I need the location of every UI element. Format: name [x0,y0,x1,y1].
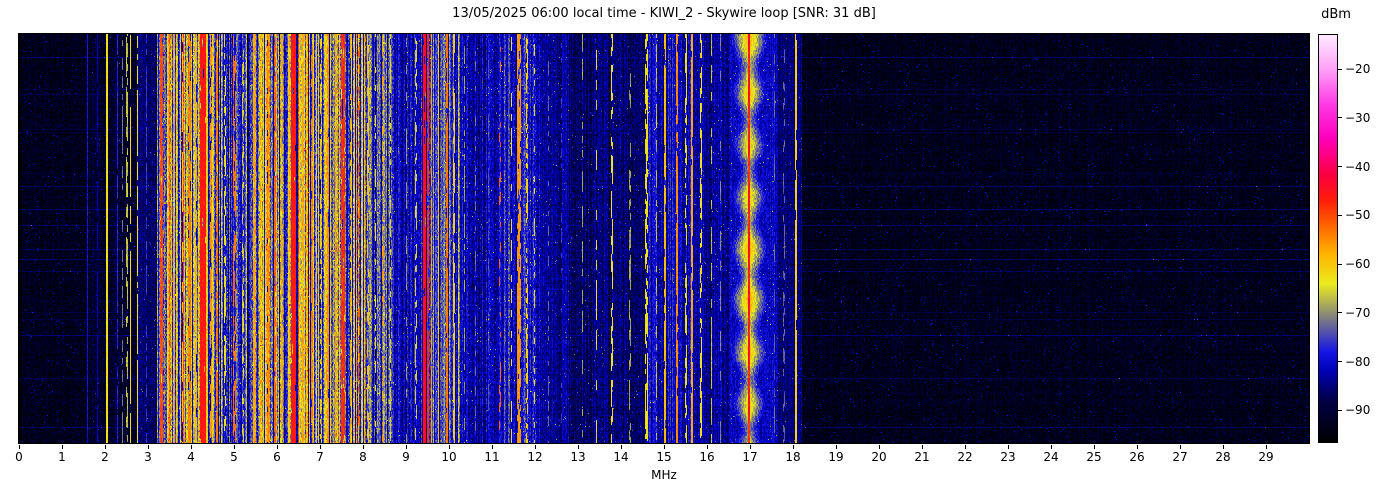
x-tick [448,445,450,449]
x-tick [276,445,278,449]
x-tick [233,445,235,449]
x-tick [104,445,106,449]
spectrogram-canvas [19,34,1309,443]
x-tick-label: 11 [484,450,500,464]
x-tick [1136,445,1138,449]
x-tick-label: 8 [359,450,367,464]
x-tick-label: 15 [656,450,672,464]
colorbar-tick-label: −70 [1345,305,1371,320]
x-tick-label: 16 [699,450,715,464]
x-tick-label: 3 [144,450,152,464]
x-tick [61,445,63,449]
x-tick [577,445,579,449]
x-tick-label: 28 [1215,450,1231,464]
colorbar-tick-label: −40 [1345,159,1371,174]
x-tick [18,445,20,449]
x-tick [749,445,751,449]
x-tick-label: 29 [1258,450,1274,464]
x-tick-label: 18 [785,450,801,464]
colorbar-tick-label: −90 [1345,403,1371,418]
colorbar-tick-label: −60 [1345,257,1371,272]
x-tick-label: 14 [613,450,629,464]
x-tick [190,445,192,449]
x-tick-label: 13 [570,450,586,464]
colorbar-tick [1338,312,1342,314]
colorbar-tick-label: −30 [1345,110,1371,125]
x-tick-label: 9 [402,450,410,464]
x-tick-label: 22 [957,450,973,464]
x-tick-label: 27 [1172,450,1188,464]
colorbar-tick [1338,214,1342,216]
x-tick [878,445,880,449]
x-tick [319,445,321,449]
x-tick-label: 10 [441,450,457,464]
x-tick [921,445,923,449]
x-tick-label: 7 [316,450,324,464]
x-tick [1007,445,1009,449]
colorbar-unit-label: dBm [1321,7,1351,22]
x-tick-label: 6 [273,450,281,464]
x-tick-label: 26 [1129,450,1145,464]
x-tick [1265,445,1267,449]
x-tick-label: 20 [871,450,887,464]
colorbar-tick [1338,361,1342,363]
x-tick [706,445,708,449]
colorbar-tick [1338,68,1342,70]
colorbar-tick-label: −80 [1345,354,1371,369]
colorbar-gradient [1319,35,1337,442]
spectrogram-figure: 13/05/2025 06:00 local time - KIWI_2 - S… [0,0,1400,500]
x-tick [620,445,622,449]
colorbar-tick-label: −50 [1345,208,1371,223]
x-tick [792,445,794,449]
colorbar-tick [1338,166,1342,168]
x-tick-label: 21 [914,450,930,464]
x-tick-label: 25 [1086,450,1102,464]
colorbar-tick-label: −20 [1345,62,1371,77]
x-tick-label: 2 [101,450,109,464]
x-tick-label: 5 [230,450,238,464]
spectrogram-plot-area [18,33,1310,444]
x-tick-label: 0 [15,450,23,464]
x-tick-label: 4 [187,450,195,464]
x-tick [1179,445,1181,449]
x-tick-label: 19 [828,450,844,464]
x-tick [534,445,536,449]
x-tick [1050,445,1052,449]
x-tick [147,445,149,449]
x-tick [1093,445,1095,449]
x-tick [405,445,407,449]
x-tick [491,445,493,449]
x-tick [1222,445,1224,449]
colorbar [1318,34,1338,443]
x-axis-label: MHz [651,468,677,482]
x-tick-label: 24 [1043,450,1059,464]
colorbar-tick [1338,263,1342,265]
plot-title: 13/05/2025 06:00 local time - KIWI_2 - S… [452,6,876,21]
x-tick [835,445,837,449]
x-tick [964,445,966,449]
x-tick [663,445,665,449]
x-tick [362,445,364,449]
colorbar-tick [1338,117,1342,119]
colorbar-tick [1338,409,1342,411]
x-tick-label: 17 [742,450,758,464]
x-tick-label: 1 [58,450,66,464]
x-tick-label: 12 [527,450,543,464]
x-tick-label: 23 [1000,450,1016,464]
